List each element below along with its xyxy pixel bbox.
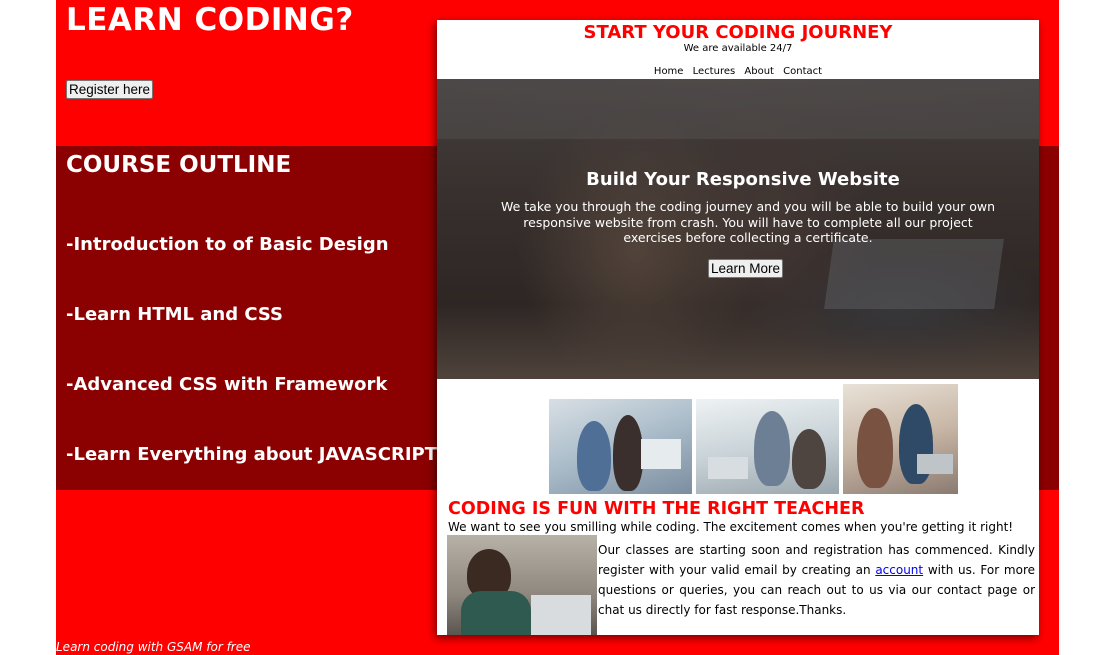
hero-banner: Build Your Responsive Website We take yo… (437, 79, 1039, 379)
outline-item: -Introduction to of Basic Design (66, 234, 389, 255)
classroom-photo-2 (696, 399, 839, 494)
monitor-shape (641, 439, 681, 469)
person-shape (613, 415, 643, 491)
laptop-shape (917, 454, 953, 474)
availability-text: We are available 24/7 (683, 43, 793, 54)
student-photo (447, 535, 597, 635)
nav-lectures[interactable]: Lectures (693, 66, 736, 77)
hero-text: We take you through the coding journey a… (500, 199, 995, 245)
outline-item: -Learn HTML and CSS (66, 304, 284, 325)
learn-more-button[interactable]: Learn More (708, 259, 784, 278)
fun-title: CODING IS FUN WITH THE RIGHT TEACHER (448, 499, 865, 519)
classroom-photo-3 (843, 384, 958, 494)
person-shape (577, 421, 611, 491)
page-title: LEARN CODING? (66, 2, 354, 38)
outline-item: -Learn Everything about JAVASCRIPT (66, 444, 437, 465)
footer-text: Learn coding with GSAM for free (56, 640, 251, 654)
card-nav: Home Lectures About Contact (437, 66, 1039, 77)
register-button[interactable]: Register here (66, 80, 154, 99)
body-text: Our classes are starting soon and regist… (598, 540, 1035, 620)
person-shape (857, 408, 893, 488)
course-outline-title: COURSE OUTLINE (66, 152, 292, 178)
hero-title: Build Your Responsive Website (586, 169, 900, 190)
laptop-shape (531, 595, 591, 635)
nav-about[interactable]: About (744, 66, 774, 77)
card-title: START YOUR CODING JOURNEY (583, 22, 893, 43)
outline-item: -Advanced CSS with Framework (66, 374, 388, 395)
person-shape (754, 411, 790, 486)
person-shape (792, 429, 826, 489)
person-shape (461, 591, 531, 635)
nav-home[interactable]: Home (654, 66, 684, 77)
account-link[interactable]: account (875, 563, 923, 577)
laptop-shape (708, 457, 748, 479)
classroom-photo-1 (549, 399, 692, 494)
journey-card: START YOUR CODING JOURNEY We are availab… (437, 20, 1039, 635)
nav-contact[interactable]: Contact (783, 66, 822, 77)
fun-subtitle: We want to see you smilling while coding… (448, 520, 1014, 534)
page: LEARN CODING? Register here COURSE OUTLI… (0, 0, 1098, 655)
